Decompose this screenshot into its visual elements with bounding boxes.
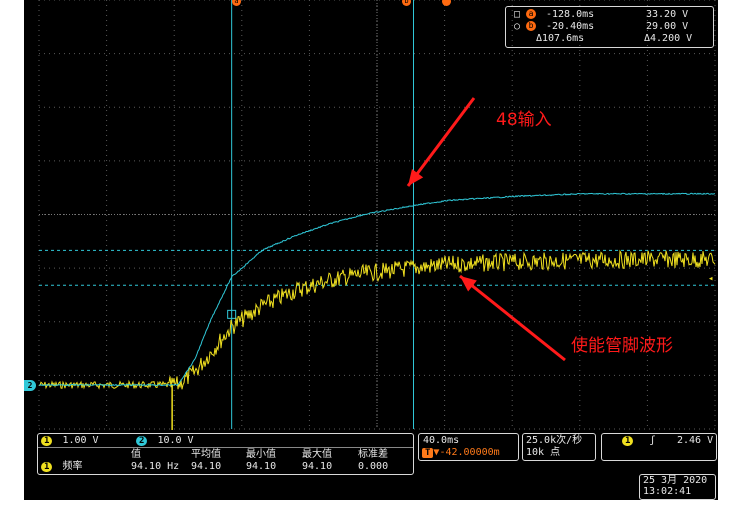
enable-pin-arrow-shaft	[459, 274, 566, 362]
cursor-a-badge: a	[526, 9, 536, 19]
oscilloscope-display: a b □ a -128.0ms 33.20 V ○ b -20.40ms 29…	[24, 0, 718, 500]
measure-header-min: 最小值	[246, 449, 276, 460]
cursor-b-time: -20.40ms	[546, 21, 595, 32]
enable-pin-annotation-label: 使能管脚波形	[571, 336, 673, 356]
ch2-scale-value: 10.0 V	[157, 435, 194, 446]
measure-name: 频率	[62, 461, 83, 472]
ch2-scale[interactable]: 2 10.0 V	[136, 435, 194, 447]
measure-value: 94.10 Hz	[131, 461, 180, 472]
measure-item[interactable]: 1 频率	[41, 461, 82, 473]
measure-min: 94.10	[246, 461, 277, 472]
trigger-level: 2.46 V	[677, 435, 714, 446]
channel-measure-panel: 1 1.00 V 2 10.0 V 值 平均值 最小值 最大值 标准差 1 频率…	[37, 433, 414, 475]
measure-max: 94.10	[302, 461, 333, 472]
ch2-badge: 2	[136, 436, 148, 446]
measure-mean: 94.10	[191, 461, 222, 472]
annotation-arrows	[406, 97, 566, 362]
timebase-panel[interactable]: 40.0ms T ▼-42.00000m	[418, 433, 519, 461]
timebase-offset-value: ▼-42.00000m	[433, 447, 500, 458]
cursor-b-voltage: 29.00 V	[646, 21, 689, 32]
measure-header-max: 最大值	[302, 449, 332, 460]
cursor-delta-time: Δ107.6ms	[536, 33, 585, 44]
cursor-readout-panel: □ a -128.0ms 33.20 V ○ b -20.40ms 29.00 …	[505, 6, 714, 48]
timebase-offset: T ▼-42.00000m	[422, 447, 500, 459]
cursor-delta-voltage: Δ4.200 V	[644, 33, 693, 44]
cursor-a-icon: □	[514, 9, 521, 20]
graticule-grid	[38, 0, 716, 430]
measure-stddev: 0.000	[358, 461, 389, 472]
waveform-screen	[38, 0, 716, 430]
trigger-panel[interactable]: 1 ʃ 2.46 V	[601, 433, 717, 461]
cursor-a-time: -128.0ms	[546, 9, 595, 20]
cursor-lines	[39, 0, 715, 429]
acquisition-points: 10k 点	[526, 447, 561, 458]
timebase-scale: 40.0ms	[423, 435, 460, 446]
ch1-badge: 1	[41, 436, 53, 446]
cursor-b-badge: b	[526, 21, 536, 31]
ch2-ground-marker[interactable]: 2	[24, 380, 36, 391]
trigger-source-badge: 1	[622, 436, 634, 446]
input-arrow-head	[408, 169, 424, 186]
trigger-edge-icon: ʃ	[649, 435, 656, 446]
trigger-level-marker[interactable]: ◂	[708, 274, 713, 284]
measure-header-stddev: 标准差	[358, 449, 388, 460]
cursor-b-icon: ○	[514, 21, 521, 32]
measure-header-mean: 平均值	[191, 449, 221, 460]
datetime-panel: 25 3月 2020 13:02:41	[639, 474, 716, 500]
cursor-a-voltage: 33.20 V	[646, 9, 689, 20]
input-annotation-label: 48输入	[496, 110, 552, 130]
measure-source-badge: 1	[41, 462, 53, 472]
acquisition-panel[interactable]: 25.0k次/秒 10k 点	[522, 433, 596, 461]
time-text: 13:02:41	[643, 486, 692, 497]
trigger-source: 1 ʃ	[622, 435, 655, 447]
input-arrow	[406, 97, 476, 187]
acquisition-rate: 25.0k次/秒	[526, 435, 583, 446]
ch1-scale[interactable]: 1 1.00 V	[41, 435, 99, 447]
enable-pin-arrow	[459, 274, 566, 362]
input-arrow-shaft	[406, 97, 476, 187]
ch1-scale-value: 1.00 V	[62, 435, 99, 446]
trigger-offset-badge: T	[422, 448, 434, 458]
measure-header-value: 值	[131, 449, 141, 460]
